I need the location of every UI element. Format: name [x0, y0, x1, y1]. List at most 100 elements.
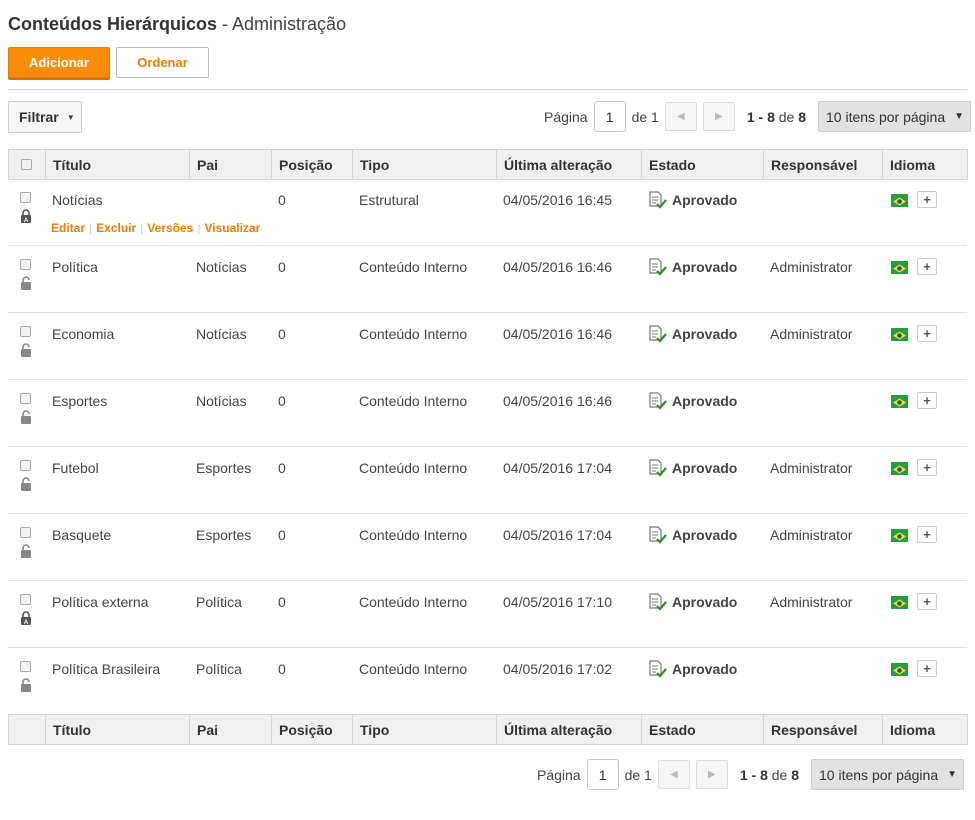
row-checkbox[interactable] — [20, 527, 31, 538]
cell-alteracao: 04/05/2016 16:45 — [503, 192, 612, 208]
brazil-flag-icon[interactable] — [891, 663, 908, 676]
cell-tipo: Conteúdo Interno — [359, 393, 468, 409]
cell-posicao: 0 — [278, 259, 286, 275]
table-row[interactable]: Política Brasileira Política 0 Conteúdo Int… — [8, 648, 967, 715]
cell-titulo[interactable]: Economia — [52, 326, 114, 342]
page-input[interactable]: 1 — [593, 101, 626, 132]
add-button[interactable]: Adicionar — [8, 47, 110, 78]
col-alteracao[interactable]: Última alteração — [496, 149, 642, 180]
table-row[interactable]: Futebol Esportes 0 Conteúdo Interno 04/05/20… — [8, 447, 967, 514]
lock-icon[interactable] — [20, 410, 32, 424]
footer-col-alteracao[interactable]: Última alteração — [496, 714, 642, 745]
row-checkbox[interactable] — [20, 393, 31, 404]
row-checkbox[interactable] — [20, 594, 31, 605]
table-row[interactable]: A Notícias 0 Estrutural 04/05/2016 16:45 Apro… — [8, 179, 967, 246]
brazil-flag-icon[interactable] — [891, 596, 908, 609]
next-page-button[interactable]: ▶ — [695, 760, 728, 789]
row-action-0[interactable]: Editar — [51, 221, 85, 235]
lock-icon[interactable] — [20, 276, 32, 290]
table-row[interactable]: Esportes Notícias 0 Conteúdo Interno 04/05/2… — [8, 380, 967, 447]
cell-titulo[interactable]: Futebol — [52, 460, 99, 476]
separator: | — [89, 221, 93, 235]
plus-icon: + — [923, 192, 931, 207]
footer-col-tipo[interactable]: Tipo — [352, 714, 497, 745]
col-titulo[interactable]: Título — [45, 149, 190, 180]
lock-icon[interactable] — [20, 544, 32, 558]
table-row[interactable]: A Política externa Política 0 Conteúdo Inter… — [8, 581, 967, 648]
per-page-select[interactable]: 10 itens por página ▼ — [811, 759, 965, 790]
cell-alteracao: 04/05/2016 17:04 — [503, 527, 612, 543]
page-input[interactable]: 1 — [586, 759, 619, 790]
lock-icon[interactable] — [20, 343, 32, 357]
brazil-flag-icon[interactable] — [891, 395, 908, 408]
footer-col-posicao[interactable]: Posição — [271, 714, 353, 745]
caret-down-icon: ▼ — [954, 111, 965, 122]
footer-col-responsavel[interactable]: Responsável — [763, 714, 883, 745]
row-checkbox[interactable] — [20, 326, 31, 337]
brazil-flag-icon[interactable] — [891, 328, 908, 341]
cell-titulo[interactable]: Notícias — [52, 192, 103, 208]
col-tipo[interactable]: Tipo — [352, 149, 497, 180]
footer-col-titulo[interactable]: Título — [45, 714, 190, 745]
cell-titulo[interactable]: Política Brasileira — [52, 661, 160, 677]
prev-page-button[interactable]: ◀ — [664, 102, 697, 131]
next-page-button[interactable]: ▶ — [702, 102, 735, 131]
add-language-button[interactable]: + — [917, 258, 937, 275]
approved-document-icon — [649, 325, 667, 343]
table-row[interactable]: Política Notícias 0 Conteúdo Interno 04/05/2… — [8, 246, 967, 313]
row-action-3[interactable]: Visualizar — [204, 221, 260, 235]
brazil-flag-icon[interactable] — [891, 529, 908, 542]
cell-titulo[interactable]: Política — [52, 259, 98, 275]
col-responsavel[interactable]: Responsável — [763, 149, 883, 180]
footer-col-pai[interactable]: Pai — [189, 714, 272, 745]
add-language-button[interactable]: + — [917, 325, 937, 342]
lock-icon[interactable]: A — [20, 611, 32, 626]
pagination-bottom: Página 1 de 1 ◀ ▶ 1 - 8 de 8 10 itens po… — [537, 759, 965, 790]
brazil-flag-icon[interactable] — [891, 194, 908, 207]
add-language-button[interactable]: + — [917, 526, 937, 543]
col-estado[interactable]: Estado — [641, 149, 764, 180]
cell-titulo[interactable]: Política externa — [52, 594, 149, 610]
row-checkbox[interactable] — [20, 460, 31, 471]
per-page-select[interactable]: 10 itens por página ▼ — [818, 101, 972, 132]
cell-titulo[interactable]: Esportes — [52, 393, 107, 409]
col-idioma[interactable]: Idioma — [882, 149, 968, 180]
row-checkbox[interactable] — [20, 661, 31, 672]
cell-estado: Aprovado — [648, 190, 737, 210]
add-language-button[interactable]: + — [917, 191, 937, 208]
select-all-checkbox[interactable] — [21, 158, 32, 170]
footer-col-idioma[interactable]: Idioma — [882, 714, 968, 745]
plus-icon: + — [923, 259, 931, 274]
cell-titulo[interactable]: Basquete — [52, 527, 111, 543]
cell-pai: Notícias — [196, 393, 247, 409]
brazil-flag-icon[interactable] — [891, 462, 908, 475]
cell-alteracao: 04/05/2016 16:46 — [503, 393, 612, 409]
col-pai[interactable]: Pai — [189, 149, 272, 180]
lock-icon[interactable]: A — [20, 209, 32, 224]
add-language-button[interactable]: + — [917, 459, 937, 476]
range-info: 1 - 8 de 8 — [739, 766, 800, 783]
add-language-button[interactable]: + — [917, 660, 937, 677]
table-footer: Título Pai Posição Tipo Última alteração… — [8, 714, 968, 745]
row-action-2[interactable]: Versões — [147, 221, 193, 235]
footer-col-estado[interactable]: Estado — [641, 714, 764, 745]
col-posicao[interactable]: Posição — [271, 149, 353, 180]
table-row[interactable]: Basquete Esportes 0 Conteúdo Interno 04/05/2… — [8, 514, 967, 581]
lock-icon[interactable] — [20, 678, 32, 692]
table-row[interactable]: Economia Notícias 0 Conteúdo Interno 04/05/2… — [8, 313, 967, 380]
add-language-button[interactable]: + — [917, 392, 937, 409]
row-checkbox[interactable] — [20, 192, 31, 203]
lock-icon[interactable] — [20, 477, 32, 491]
filter-button[interactable]: Filtrar ▼ — [8, 101, 82, 133]
prev-page-button[interactable]: ◀ — [657, 760, 690, 789]
cell-tipo: Conteúdo Interno — [359, 259, 468, 275]
order-button[interactable]: Ordenar — [116, 47, 209, 78]
cell-tipo: Conteúdo Interno — [359, 594, 468, 610]
per-page-value: 10 itens por página — [819, 766, 939, 783]
estado-label: Aprovado — [672, 393, 738, 409]
brazil-flag-icon[interactable] — [891, 261, 908, 274]
row-action-1[interactable]: Excluir — [96, 221, 136, 235]
row-checkbox[interactable] — [20, 259, 31, 270]
add-language-button[interactable]: + — [917, 593, 937, 610]
plus-icon: + — [923, 460, 931, 475]
